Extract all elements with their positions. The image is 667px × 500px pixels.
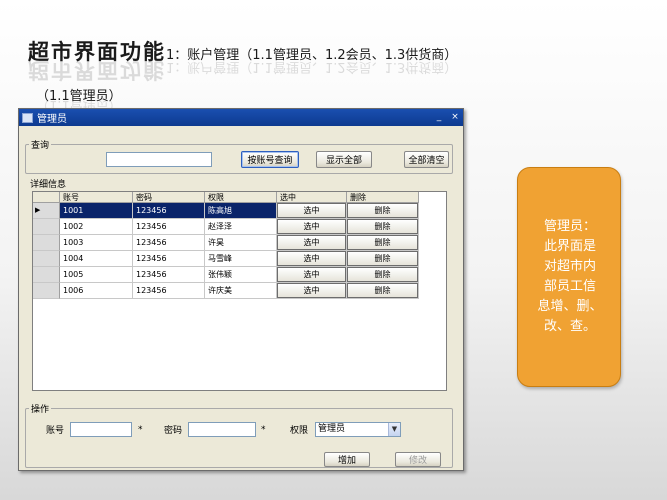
grid-cell-name[interactable]: 许昊 [205,235,277,251]
grid-cell-pwd[interactable]: 123456 [133,267,205,283]
minimize-button[interactable]: _ [434,112,444,123]
permission-label: 权限 [290,426,309,436]
row-header[interactable] [33,283,60,299]
table-row[interactable]: 1006 123456 许庆美 选中 删除 [33,283,446,299]
delete-row-button[interactable]: 删除 [347,251,418,266]
password-input[interactable] [188,422,256,437]
select-row-button[interactable]: 选中 [277,267,346,282]
grid-corner [33,192,60,203]
grid-cell-id[interactable]: 1001 [60,203,133,219]
row-header[interactable]: ▶ [33,203,60,219]
grid-cell-select: 选中 [277,219,347,235]
delete-row-button[interactable]: 删除 [347,235,418,250]
show-all-button[interactable]: 显示全部 [316,151,372,168]
grid-cell-id[interactable]: 1005 [60,267,133,283]
row-header[interactable] [33,235,60,251]
grid-cell-id[interactable]: 1003 [60,235,133,251]
operation-group-label: 操作 [29,402,52,415]
grid-cell-select: 选中 [277,283,347,299]
clear-all-button[interactable]: 全部清空 [404,151,449,168]
grid-cell-delete: 删除 [347,283,419,299]
grid-cell-pwd[interactable]: 123456 [133,251,205,267]
grid-cell-id[interactable]: 1004 [60,251,133,267]
grid-cell-select: 选中 [277,251,347,267]
slide-title: 超市界面功能1：账户管理（1.1管理员、1.2会员、1.3供货商） [28,36,457,64]
grid-cell-pwd[interactable]: 123456 [133,235,205,251]
password-label: 密码 [164,426,183,436]
table-row[interactable]: ▶ 1001 123456 陈高旭 选中 删除 [33,203,446,219]
delete-row-button[interactable]: 删除 [347,219,418,234]
table-row[interactable]: 1002 123456 赵泽泽 选中 删除 [33,219,446,235]
window-app-icon [22,112,33,123]
query-group: 查询 按账号查询 显示全部 全部清空 [25,138,453,174]
grid-cell-id[interactable]: 1006 [60,283,133,299]
table-row[interactable]: 1004 123456 马雪峰 选中 删除 [33,251,446,267]
delete-row-button[interactable]: 删除 [347,267,418,282]
grid-cell-delete: 删除 [347,235,419,251]
account-input[interactable] [70,422,132,437]
slide-title-main: 超市界面功能 [28,40,166,64]
grid-cell-select: 选中 [277,203,347,219]
col-header-permission[interactable]: 权限 [205,192,277,203]
col-header-delete[interactable]: 删除 [347,192,419,203]
note-line: 管理员： [543,219,596,234]
grid-cell-name[interactable]: 马雪峰 [205,251,277,267]
details-group-label: 详细信息 [28,177,69,190]
grid-cell-name[interactable]: 陈高旭 [205,203,277,219]
query-group-label: 查询 [29,138,52,151]
search-by-account-button[interactable]: 按账号查询 [241,151,299,168]
grid-cell-select: 选中 [277,267,347,283]
note-callout: 管理员： 此界面是对超市内部员工信息增、删、改、查。 [517,167,621,387]
col-header-account[interactable]: 账号 [60,192,133,203]
details-grid[interactable]: 账号 密码 权限 选中 删除 ▶ 1001 123456 陈高旭 选中 删除 1002 123… [32,191,447,391]
note-line: 改、查。 [543,319,596,334]
select-row-button[interactable]: 选中 [277,219,346,234]
table-row[interactable]: 1005 123456 张伟颖 选中 删除 [33,267,446,283]
account-label: 账号 [46,426,65,436]
permission-select[interactable]: 管理员 ▼ [315,422,401,437]
grid-cell-pwd[interactable]: 123456 [133,283,205,299]
grid-cell-pwd[interactable]: 123456 [133,203,205,219]
window-title: 管理员 [37,114,67,125]
add-button[interactable]: 增加 [324,452,370,467]
grid-cell-delete: 删除 [347,203,419,219]
admin-window: 管理员 _ × 查询 按账号查询 显示全部 全部清空 详细信息 账号 密码 权限… [18,108,464,471]
col-header-select[interactable]: 选中 [277,192,347,203]
note-line: 此界面是 [543,239,596,254]
delete-row-button[interactable]: 删除 [347,203,418,218]
row-header[interactable] [33,219,60,235]
delete-row-button[interactable]: 删除 [347,283,418,298]
note-line: 息增、删、 [537,299,603,314]
col-header-password[interactable]: 密码 [133,192,205,203]
grid-cell-name[interactable]: 张伟颖 [205,267,277,283]
grid-cell-pwd[interactable]: 123456 [133,219,205,235]
password-required-mark: * [261,425,266,435]
grid-cell-id[interactable]: 1002 [60,219,133,235]
note-line: 部员工信 [543,279,596,294]
permission-select-value: 管理员 [318,424,346,434]
close-button[interactable]: × [450,112,460,123]
select-row-button[interactable]: 选中 [277,235,346,250]
grid-cell-delete: 删除 [347,267,419,283]
grid-cell-delete: 删除 [347,219,419,235]
account-required-mark: * [138,425,143,435]
table-row[interactable]: 1003 123456 许昊 选中 删除 [33,235,446,251]
note-line: 对超市内 [543,259,596,274]
modify-button[interactable]: 修改 [395,452,441,467]
grid-cell-name[interactable]: 许庆美 [205,283,277,299]
row-header[interactable] [33,267,60,283]
operation-group: 操作 账号 * 密码 * 权限 管理员 ▼ 增加 修改 [25,402,453,468]
select-row-button[interactable]: 选中 [277,251,346,266]
grid-header: 账号 密码 权限 选中 删除 [33,192,446,203]
grid-cell-delete: 删除 [347,251,419,267]
select-row-button[interactable]: 选中 [277,283,346,298]
select-row-button[interactable]: 选中 [277,203,346,218]
grid-cell-name[interactable]: 赵泽泽 [205,219,277,235]
row-header[interactable] [33,251,60,267]
query-input[interactable] [106,152,212,167]
window-titlebar[interactable]: 管理员 _ × [19,109,463,126]
chevron-down-icon[interactable]: ▼ [388,423,400,436]
slide-title-sub: 1：账户管理（1.1管理员、1.2会员、1.3供货商） [166,48,458,63]
grid-cell-select: 选中 [277,235,347,251]
